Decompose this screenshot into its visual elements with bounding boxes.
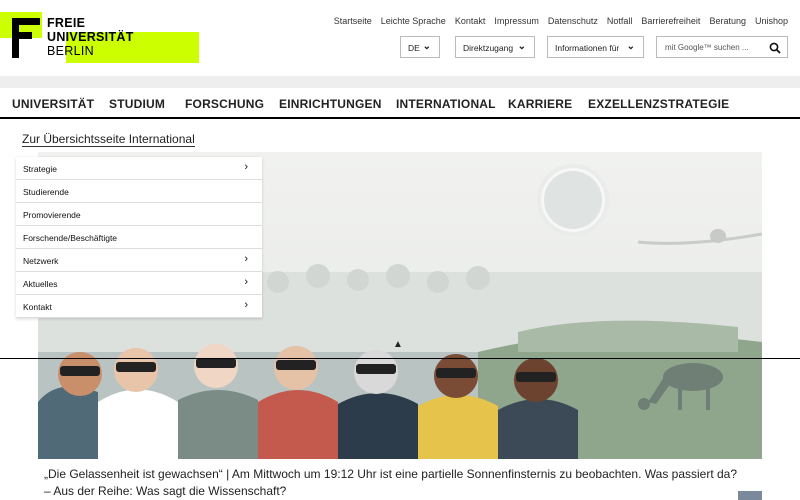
submenu-item-promovierende[interactable]: Promovierende	[16, 203, 262, 226]
submenu-item-label: Kontakt	[23, 302, 52, 312]
direct-access-label: Direktzugang	[463, 43, 514, 53]
hero-caption-line1: „Die Gelassenheit ist gewachsen“ | Am Mi…	[44, 467, 738, 481]
header-divider-band	[0, 76, 800, 88]
main-nav-exzellenzstrategie[interactable]: EXZELLENZSTRATEGIE	[588, 97, 729, 111]
main-nav: UNIVERSITÄT STUDIUM FORSCHUNG EINRICHTUN…	[0, 88, 800, 119]
main-nav-karriere[interactable]: KARRIERE	[508, 97, 572, 111]
service-link-impressum[interactable]: Impressum	[494, 16, 539, 26]
search-field[interactable]: mit Google™ suchen ...	[656, 36, 788, 58]
overview-link-international[interactable]: Zur Übersichtsseite International	[22, 132, 195, 147]
chevron-down-icon: ⌄	[422, 41, 431, 52]
submenu-item-label: Studierende	[23, 187, 69, 197]
main-nav-studium[interactable]: STUDIUM	[109, 97, 165, 111]
search-icon[interactable]	[769, 41, 781, 59]
service-link-unishop[interactable]: Unishop	[755, 16, 788, 26]
submenu-international: Strategie › Studierende Promovierende Fo…	[16, 157, 262, 318]
main-nav-einrichtungen[interactable]: EINRICHTUNGEN	[279, 97, 382, 111]
service-link-leichte-sprache[interactable]: Leichte Sprache	[381, 16, 446, 26]
submenu-item-label: Promovierende	[23, 210, 81, 220]
menu-collapse-line	[0, 358, 800, 359]
submenu-item-strategie[interactable]: Strategie ›	[16, 157, 262, 180]
submenu-item-forschende[interactable]: Forschende/Beschäftigte	[16, 226, 262, 249]
service-nav: Startseite Leichte Sprache Kontakt Impre…	[334, 16, 788, 26]
main-nav-international[interactable]: INTERNATIONAL	[396, 97, 496, 111]
header-tools: DE ⌄ Direktzugang ⌄ Informationen für ⌄ …	[0, 36, 800, 60]
chevron-down-icon: ⌄	[517, 41, 526, 52]
submenu-item-kontakt[interactable]: Kontakt ›	[16, 295, 262, 318]
language-select[interactable]: DE ⌄	[400, 36, 440, 58]
info-for-label: Informationen für	[555, 43, 620, 53]
slider-control-button[interactable]	[738, 491, 762, 500]
chevron-up-icon[interactable]: ▲	[393, 339, 403, 350]
language-select-value: DE	[408, 43, 420, 53]
hero-caption[interactable]: „Die Gelassenheit ist gewachsen“ | Am Mi…	[44, 466, 774, 500]
logo-text-line1: FREIE	[47, 16, 86, 30]
submenu-item-label: Aktuelles	[23, 279, 58, 289]
chevron-right-icon[interactable]: ›	[244, 253, 248, 265]
info-for-select[interactable]: Informationen für ⌄	[547, 36, 644, 58]
submenu-item-netzwerk[interactable]: Netzwerk ›	[16, 249, 262, 272]
chevron-right-icon[interactable]: ›	[244, 161, 248, 173]
service-link-beratung[interactable]: Beratung	[709, 16, 746, 26]
submenu-item-label: Strategie	[23, 164, 58, 174]
service-link-kontakt[interactable]: Kontakt	[455, 16, 486, 26]
submenu-item-label: Forschende/Beschäftigte	[23, 233, 118, 243]
direct-access-select[interactable]: Direktzugang ⌄	[455, 36, 535, 58]
chevron-right-icon[interactable]: ›	[244, 276, 248, 288]
hero-caption-line2: – Aus der Reihe: Was sagt die Wissenscha…	[44, 484, 287, 498]
site-header: FREIE UNIVERSITÄT BERLIN Startseite Leic…	[0, 0, 800, 76]
submenu-item-label: Netzwerk	[23, 256, 59, 266]
submenu-item-aktuelles[interactable]: Aktuelles ›	[16, 272, 262, 295]
search-placeholder: mit Google™ suchen ...	[665, 43, 749, 52]
service-link-startseite[interactable]: Startseite	[334, 16, 372, 26]
chevron-down-icon: ⌄	[626, 41, 635, 52]
service-link-barrierefreiheit[interactable]: Barrierefreiheit	[641, 16, 700, 26]
submenu-item-studierende[interactable]: Studierende	[16, 180, 262, 203]
service-link-notfall[interactable]: Notfall	[607, 16, 633, 26]
service-link-datenschutz[interactable]: Datenschutz	[548, 16, 598, 26]
chevron-right-icon[interactable]: ›	[244, 299, 248, 311]
main-nav-universitaet[interactable]: UNIVERSITÄT	[12, 97, 94, 111]
main-nav-forschung[interactable]: FORSCHUNG	[185, 97, 264, 111]
